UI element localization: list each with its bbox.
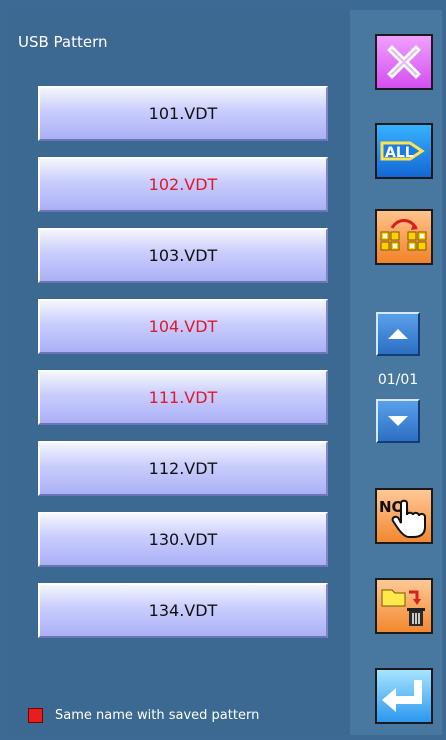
all-icon: ALL bbox=[380, 141, 425, 161]
duplicate-legend-text: Same name with saved pattern bbox=[55, 708, 260, 723]
page-up-button[interactable] bbox=[376, 312, 420, 356]
page-down-button[interactable] bbox=[376, 399, 420, 443]
duplicate-legend-swatch bbox=[28, 708, 43, 723]
enter-icon bbox=[382, 680, 422, 712]
pattern-item-5[interactable]: 111.VDT bbox=[38, 370, 328, 425]
pattern-item-7[interactable]: 130.VDT bbox=[38, 512, 328, 567]
number-select-button[interactable]: NO. bbox=[375, 488, 433, 544]
close-button[interactable] bbox=[375, 34, 433, 90]
pattern-item-1[interactable]: 101.VDT bbox=[38, 86, 328, 141]
swap-pattern-button[interactable] bbox=[375, 209, 433, 265]
pattern-item-4[interactable]: 104.VDT bbox=[38, 299, 328, 354]
select-all-button[interactable]: ALL bbox=[375, 123, 433, 179]
close-icon bbox=[387, 45, 421, 79]
main-screen: USB Pattern 101.VDT 102.VDT 103.VDT 104.… bbox=[0, 0, 446, 740]
down-arrow-icon bbox=[388, 416, 408, 426]
up-arrow-icon bbox=[388, 329, 408, 339]
page-counter: 01/01 bbox=[377, 372, 419, 388]
svg-text:ALL: ALL bbox=[385, 145, 414, 161]
pattern-item-6[interactable]: 112.VDT bbox=[38, 441, 328, 496]
pattern-item-2[interactable]: 102.VDT bbox=[38, 157, 328, 212]
pattern-item-3[interactable]: 103.VDT bbox=[38, 228, 328, 283]
move-delete-button[interactable] bbox=[375, 578, 433, 634]
page-title: USB Pattern bbox=[18, 33, 108, 51]
swap-icon bbox=[380, 219, 427, 251]
enter-button[interactable] bbox=[375, 668, 433, 724]
number-select-icon: NO. bbox=[379, 498, 426, 538]
pattern-item-8[interactable]: 134.VDT bbox=[38, 583, 328, 638]
folder-delete-icon bbox=[381, 589, 425, 626]
